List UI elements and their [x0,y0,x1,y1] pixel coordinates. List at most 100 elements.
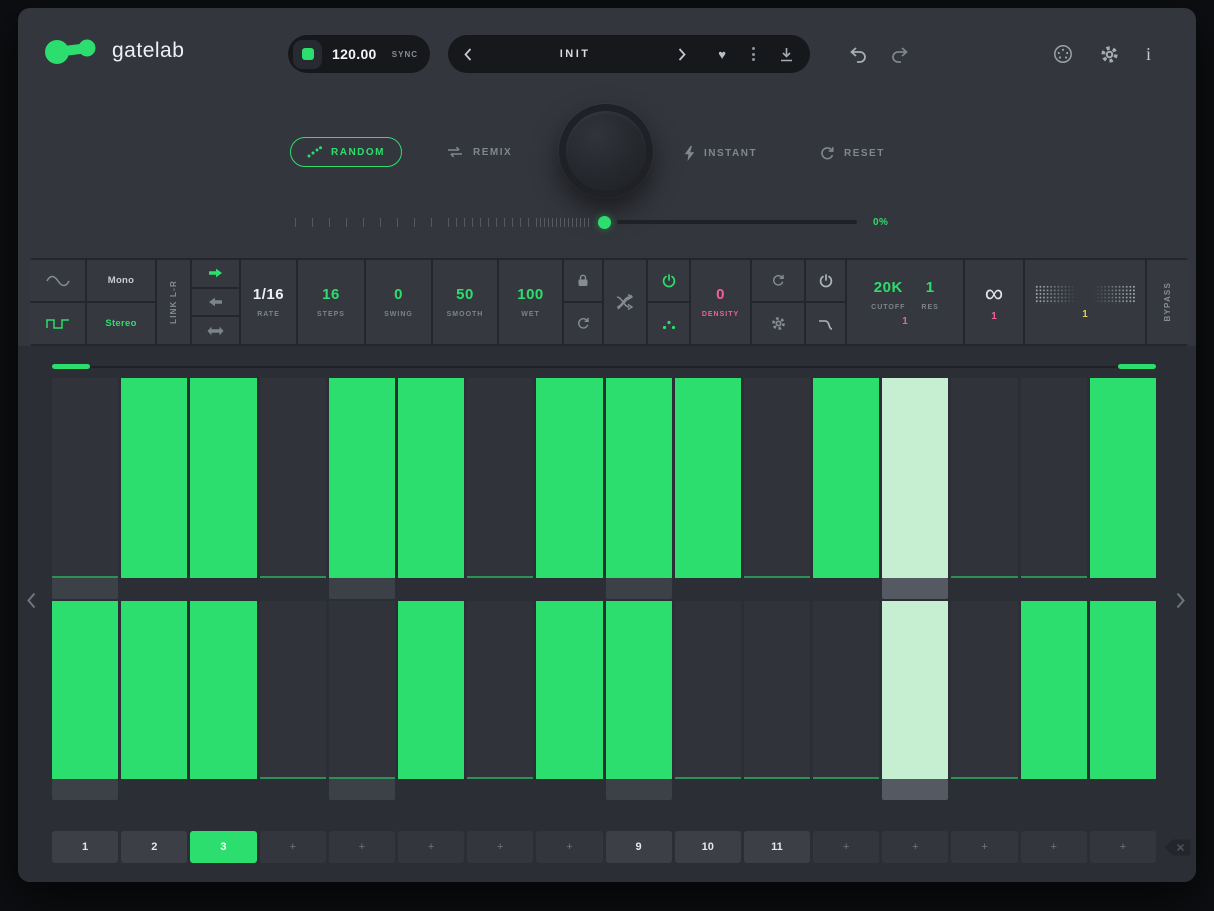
gate-bar[interactable] [398,378,464,578]
reset-button[interactable]: RESET [820,146,885,161]
favorite-heart-icon[interactable]: ♥ [718,48,726,61]
gate-bar[interactable] [398,601,464,779]
bpm-value[interactable]: 120.00 [332,46,377,62]
sine-wave-button[interactable] [30,260,85,301]
pattern-slot-9[interactable]: 9 [606,831,672,863]
gate-bar[interactable] [882,601,948,779]
stop-button[interactable] [293,40,322,69]
lock-button[interactable] [564,260,602,301]
rate-cell[interactable]: 1/16 RATE [241,260,296,344]
infinity-cell[interactable]: ∞ 1 [965,260,1023,344]
pattern-slot-16[interactable]: + [1090,831,1156,863]
pattern-slot-7[interactable]: + [467,831,533,863]
steps-cell[interactable]: 16 STEPS [298,260,364,344]
pattern-slot-10[interactable]: 10 [675,831,741,863]
density-cell[interactable]: 0 DENSITY [691,260,750,344]
direction-forward-button[interactable] [192,260,239,287]
gate-bar[interactable] [329,378,395,578]
step-right-2[interactable] [121,601,187,779]
pattern-slot-6[interactable]: + [398,831,464,863]
gate-bar[interactable] [882,378,948,578]
step-left-10[interactable] [675,378,741,578]
step-left-9[interactable] [606,378,672,578]
density-dots-button[interactable] [648,301,689,344]
slider-track[interactable] [617,220,857,224]
settings-gear-icon[interactable] [1100,45,1119,64]
pattern-slot-5[interactable]: + [329,831,395,863]
step-left-7[interactable] [467,378,533,578]
step-right-6[interactable] [398,601,464,779]
instant-button[interactable]: INSTANT [684,146,757,161]
step-right-11[interactable] [744,601,810,779]
info-icon[interactable]: i [1146,45,1151,63]
pattern-slot-2[interactable]: 2 [121,831,187,863]
gate-bar[interactable] [813,378,879,578]
gate-bar[interactable] [536,378,602,578]
cycle-button[interactable] [564,301,602,344]
shuffle-off-cell[interactable] [604,260,646,344]
gate-bar[interactable] [190,601,256,779]
scroll-right-chevron[interactable] [1176,592,1185,609]
gate-bar[interactable] [536,601,602,779]
step-left-13[interactable] [882,378,948,578]
step-left-1[interactable] [52,378,118,578]
stereo-button[interactable]: Stereo [87,301,155,344]
slider-thumb[interactable] [598,216,611,229]
remix-button[interactable]: REMIX [446,146,512,158]
step-right-7[interactable] [467,601,533,779]
step-right-14[interactable] [951,601,1017,779]
scroll-left-chevron[interactable] [27,592,36,609]
step-left-6[interactable] [398,378,464,578]
step-right-1[interactable] [52,601,118,779]
smooth-cell[interactable]: 50 SMOOTH [433,260,497,344]
step-left-12[interactable] [813,378,879,578]
square-wave-button[interactable] [30,301,85,344]
gradient-fade-right-icon[interactable] [1035,285,1081,304]
step-right-4[interactable] [260,601,326,779]
gate-bar[interactable] [190,378,256,578]
step-right-8[interactable] [536,601,602,779]
step-left-11[interactable] [744,378,810,578]
preset-next-button[interactable] [678,48,686,61]
step-right-9[interactable] [606,601,672,779]
regen-cycle-button[interactable] [752,260,804,301]
step-left-8[interactable] [536,378,602,578]
gate-bar[interactable] [52,601,118,779]
mono-button[interactable]: Mono [87,260,155,301]
texture-cell[interactable]: 1 [1025,260,1145,344]
gradient-fade-left-icon[interactable] [1089,285,1135,304]
midi-icon[interactable] [1053,44,1073,64]
step-left-3[interactable] [190,378,256,578]
pattern-slot-13[interactable]: + [882,831,948,863]
step-left-2[interactable] [121,378,187,578]
gate-bar[interactable] [121,601,187,779]
pattern-slot-14[interactable]: + [951,831,1017,863]
direction-backward-button[interactable] [192,287,239,316]
direction-pingpong-button[interactable] [192,315,239,344]
filter-cell[interactable]: 20K CUTOFF 1 RES 1 [847,260,963,344]
pattern-delete-backspace-icon[interactable] [1164,839,1191,856]
pattern-slot-1[interactable]: 1 [52,831,118,863]
gate-bar[interactable] [606,378,672,578]
step-right-3[interactable] [190,601,256,779]
pattern-slot-15[interactable]: + [1021,831,1087,863]
step-left-16[interactable] [1090,378,1156,578]
gear-button[interactable] [752,301,804,344]
step-left-14[interactable] [951,378,1017,578]
pattern-slot-8[interactable]: + [536,831,602,863]
density-power-button[interactable] [648,260,689,301]
gate-bar[interactable] [606,601,672,779]
filter-curve-button[interactable] [806,301,845,344]
step-right-12[interactable] [813,601,879,779]
loop-range-handle-right[interactable] [1118,364,1156,369]
step-right-13[interactable] [882,601,948,779]
step-right-10[interactable] [675,601,741,779]
redo-icon[interactable] [891,47,910,63]
undo-icon[interactable] [848,47,867,63]
link-lr-button[interactable]: LINK L-R [157,260,190,344]
pattern-slot-11[interactable]: 11 [744,831,810,863]
filter-power-button[interactable] [806,260,845,301]
preset-save-download-icon[interactable] [779,47,794,62]
gate-bar[interactable] [1090,378,1156,578]
preset-name[interactable]: INIT [472,48,678,60]
